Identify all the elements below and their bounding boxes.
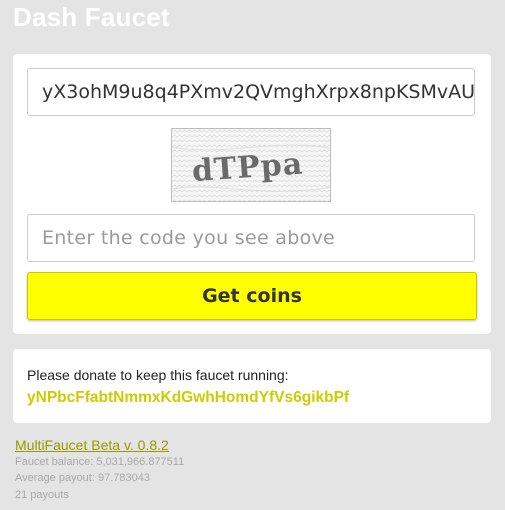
wallet-address-input[interactable]: yX3ohM9u8q4PXmv2QVmghXrpx8npKSMvAU xyxy=(27,68,475,116)
captcha-code-input[interactable]: Enter the code you see above xyxy=(27,214,475,262)
captcha-graphic: dTPpa xyxy=(172,129,330,201)
captcha-image: dTPpa xyxy=(171,128,331,202)
donate-card: Please donate to keep this faucet runnin… xyxy=(13,349,491,423)
donate-message: Please donate to keep this faucet runnin… xyxy=(27,367,289,383)
faucet-form-card: yX3ohM9u8q4PXmv2QVmghXrpx8npKSMvAU dTPpa… xyxy=(13,54,491,334)
donate-address: yNPbcFfabtNmmxKdGwhHomdYfVs6gikbPf xyxy=(27,389,350,406)
payout-count: 21 payouts xyxy=(15,489,69,501)
faucet-balance: Faucet balance: 5,031,966.877511 xyxy=(15,456,185,468)
get-coins-button[interactable]: Get coins xyxy=(27,272,477,320)
average-payout: Average payout: 97.783043 xyxy=(15,472,150,484)
multifaucet-version-link[interactable]: MultiFaucet Beta v. 0.8.2 xyxy=(15,437,169,453)
page-title: Dash Faucet xyxy=(13,2,170,32)
